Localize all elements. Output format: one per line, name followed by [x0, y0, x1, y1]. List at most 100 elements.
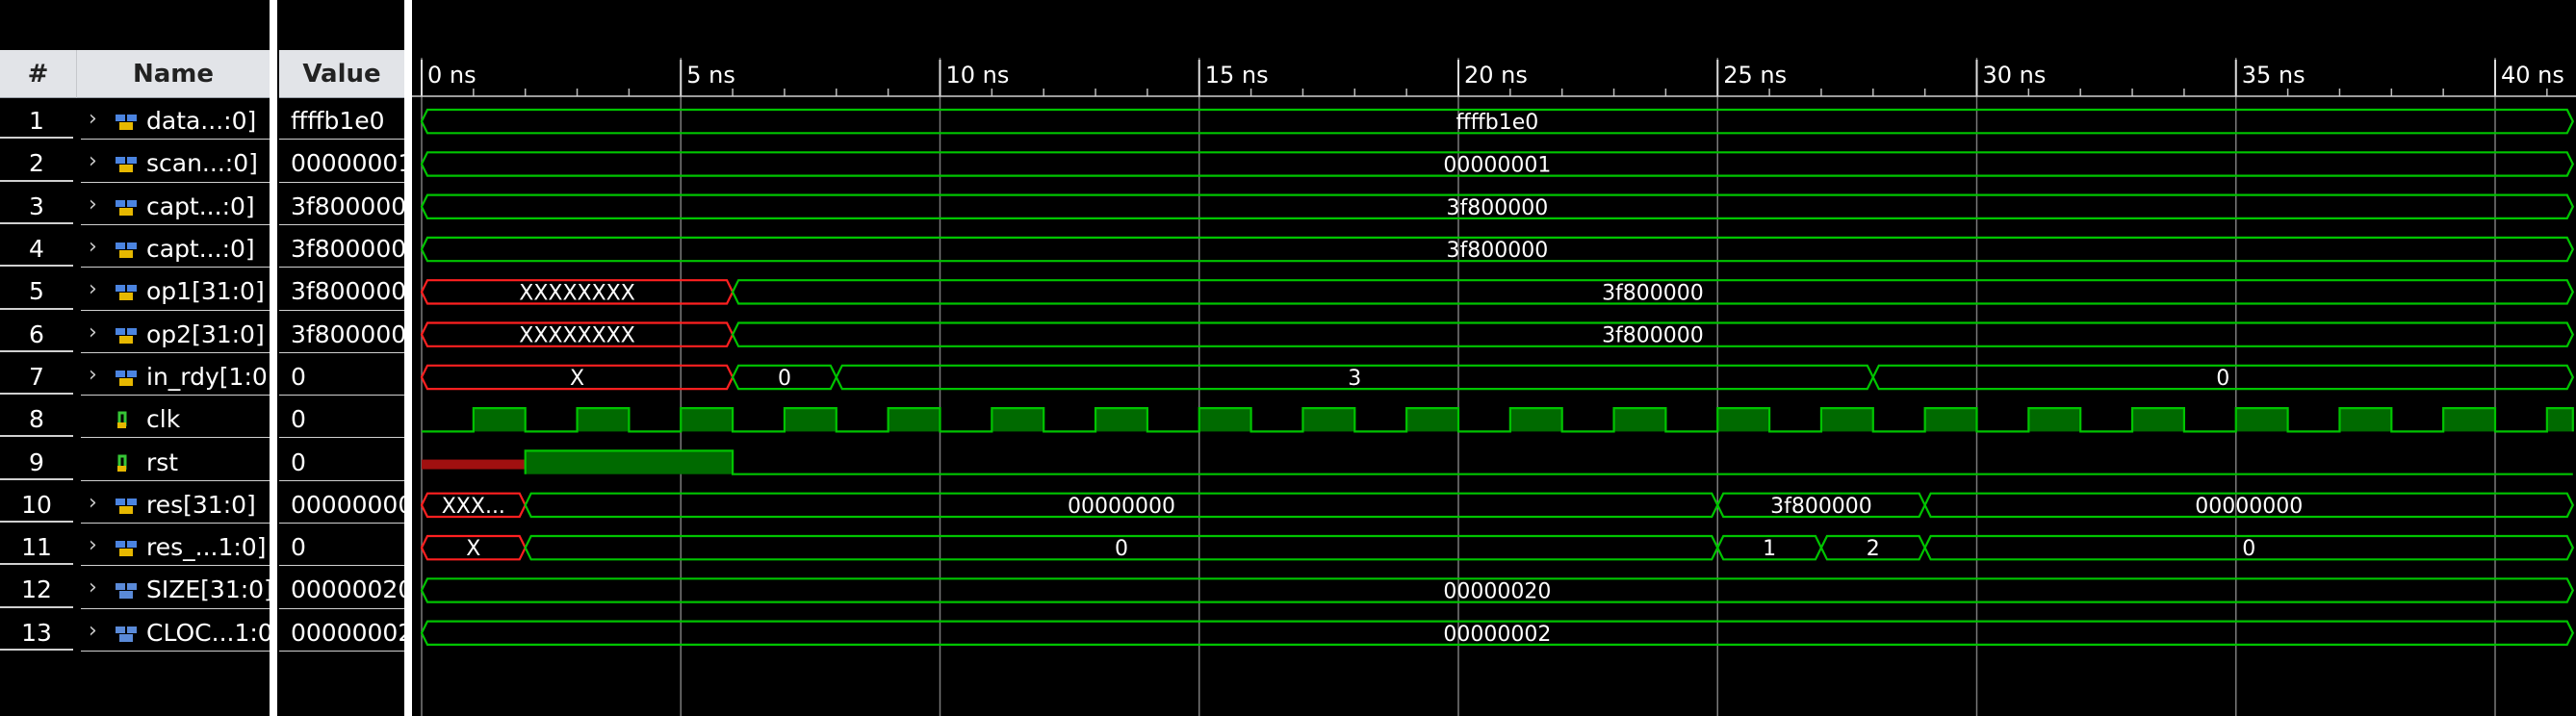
- row-divider: [0, 477, 73, 480]
- row-index: 5: [29, 277, 44, 306]
- row-divider: [0, 605, 73, 608]
- row-divider: [279, 267, 404, 268]
- signal-name[interactable]: data...:0]: [146, 107, 256, 135]
- clock-high-pulse: [2132, 408, 2184, 432]
- clock-high-pulse: [992, 408, 1044, 432]
- chevron-right-icon[interactable]: ›: [89, 277, 104, 301]
- chevron-right-icon[interactable]: ›: [89, 491, 104, 515]
- bus-value-label: 00000002: [1443, 623, 1551, 647]
- chevron-right-icon[interactable]: ›: [89, 235, 104, 259]
- time-tick-label: 5 ns: [686, 62, 735, 89]
- signal-name[interactable]: scan...:0]: [146, 149, 258, 177]
- bus-value-label: 00000020: [1443, 579, 1551, 603]
- time-tick-label: 15 ns: [1205, 62, 1269, 89]
- chevron-right-icon[interactable]: ›: [89, 107, 104, 131]
- chevron-right-icon[interactable]: ›: [89, 619, 104, 643]
- time-tick-label: 10 ns: [946, 62, 1010, 89]
- bus-value-label: 00000000: [1068, 495, 1175, 519]
- clock-high-pulse: [473, 408, 526, 432]
- row-divider: [81, 223, 270, 225]
- signal-value: ffffb1e0: [291, 107, 385, 136]
- waveform-splitter[interactable]: [404, 0, 412, 716]
- row-divider: [279, 565, 404, 567]
- clock-high-pulse: [1406, 408, 1458, 432]
- clock-high-pulse: [2443, 408, 2495, 432]
- row-divider: [81, 437, 270, 439]
- row-divider: [81, 309, 270, 311]
- bus-value-label: 00000001: [1443, 153, 1551, 177]
- param-signal-icon: [114, 579, 139, 601]
- column-splitter[interactable]: [270, 0, 277, 716]
- row-index: 11: [21, 533, 52, 562]
- bus-value-label: X: [466, 537, 480, 561]
- signal-name[interactable]: res[31:0]: [146, 491, 256, 519]
- row-index: 9: [29, 448, 44, 476]
- row-index: 4: [29, 235, 44, 264]
- column-header-name[interactable]: Name: [77, 50, 270, 98]
- signal-name[interactable]: capt...:0]: [146, 192, 255, 220]
- column-header-index[interactable]: #: [0, 50, 77, 98]
- signal-value: 3f800000: [291, 277, 404, 306]
- row-divider: [0, 179, 73, 182]
- signal-value: 0: [291, 405, 306, 434]
- signal-value: 3f800000: [291, 320, 404, 348]
- row-index: 1: [29, 107, 44, 136]
- bus-value-label: X: [570, 367, 584, 391]
- time-tick-label: 20 ns: [1464, 62, 1528, 89]
- signal-name[interactable]: res_...1:0]: [146, 533, 266, 561]
- signal-name[interactable]: clk: [146, 405, 180, 433]
- clock-high-pulse: [1302, 408, 1355, 432]
- clock-high-pulse: [1820, 408, 1873, 432]
- bus-value-label: 3f800000: [1602, 324, 1704, 348]
- row-divider: [81, 351, 270, 353]
- bit-signal-icon: [114, 409, 139, 430]
- reset-high-pulse: [525, 450, 734, 474]
- row-divider: [0, 307, 73, 310]
- signal-name[interactable]: capt...:0]: [146, 235, 255, 263]
- bus-signal-icon: [114, 281, 139, 302]
- row-divider: [279, 437, 404, 439]
- row-divider: [279, 309, 404, 311]
- signal-value: 3f800000: [291, 192, 404, 220]
- clock-high-pulse: [2028, 408, 2081, 432]
- chevron-right-icon[interactable]: ›: [89, 320, 104, 345]
- chevron-right-icon[interactable]: ›: [89, 533, 104, 557]
- signal-name[interactable]: CLOC...1:0: [146, 619, 273, 647]
- chevron-right-icon[interactable]: ›: [89, 363, 104, 387]
- signal-name[interactable]: op1[31:0]: [146, 277, 265, 305]
- clock-high-pulse: [888, 408, 940, 432]
- time-tick-label: 25 ns: [1723, 62, 1787, 89]
- bus-value-label: XXXXXXXX: [519, 281, 635, 305]
- row-index: 6: [29, 320, 44, 348]
- chevron-right-icon[interactable]: ›: [89, 192, 104, 217]
- row-index: 10: [21, 490, 52, 519]
- row-divider: [81, 181, 270, 183]
- row-divider: [81, 479, 270, 481]
- waveform-area[interactable]: 0 ns 5 ns 10 ns 15 ns 20 ns 25 ns 30 ns 35 ns 40…: [412, 0, 2576, 716]
- clock-high-pulse: [1509, 408, 1562, 432]
- clock-high-pulse: [1613, 408, 1666, 432]
- signal-name[interactable]: op2[31:0]: [146, 320, 265, 348]
- clock-high-pulse: [681, 408, 734, 432]
- bus-value-label: 3f800000: [1447, 239, 1549, 263]
- signal-value: 00000002: [291, 618, 404, 647]
- bus-value-label: 3f800000: [1770, 495, 1872, 519]
- time-tick-label: 0 ns: [427, 62, 477, 89]
- chevron-right-icon[interactable]: ›: [89, 575, 104, 600]
- signal-name[interactable]: in_rdy[1:0]: [146, 363, 277, 391]
- row-divider: [0, 393, 73, 396]
- signal-name[interactable]: rst: [146, 448, 178, 476]
- bus-value-label: ffffb1e0: [1455, 111, 1538, 135]
- signal-name[interactable]: SIZE[31:0]: [146, 575, 273, 603]
- column-header-value[interactable]: Value: [279, 50, 404, 98]
- bus-value-label: 0: [778, 367, 791, 391]
- row-divider: [0, 521, 73, 523]
- row-divider: [279, 181, 404, 183]
- bus-value-label: 1: [1763, 537, 1776, 561]
- bus-value-label: XXXXXXXX: [519, 324, 635, 348]
- row-divider: [0, 563, 73, 566]
- chevron-right-icon[interactable]: ›: [89, 149, 104, 173]
- bus-value-label: 00000000: [2195, 495, 2303, 519]
- bus-signal-icon: [114, 537, 139, 558]
- bus-signal-icon: [114, 324, 139, 345]
